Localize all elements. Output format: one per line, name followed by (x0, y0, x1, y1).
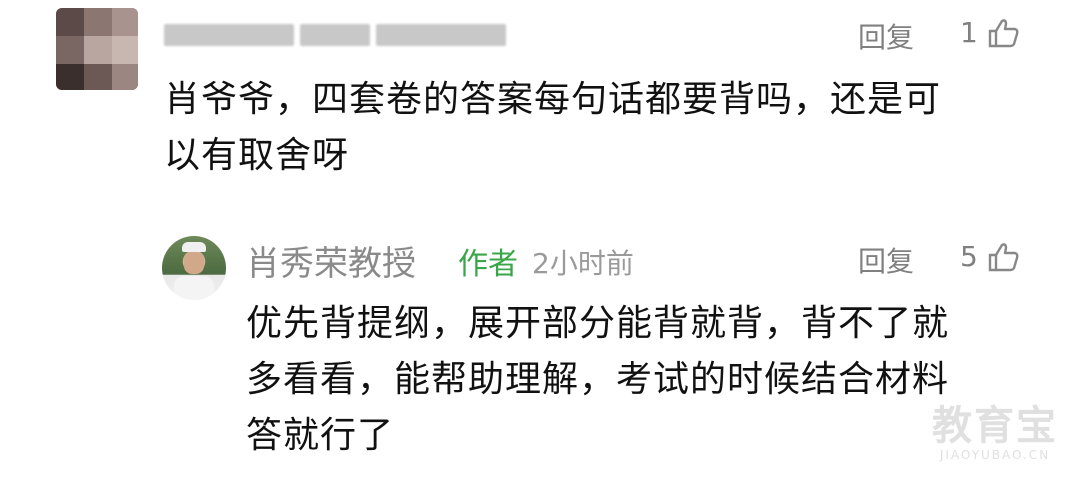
commenter-name-blurred[interactable] (164, 22, 520, 48)
comment-text-line: 以有取舍呀 (164, 135, 350, 176)
reply-text-line: 答就行了 (246, 415, 395, 456)
commenter-avatar[interactable] (56, 8, 138, 90)
author-avatar[interactable] (162, 236, 226, 300)
like-count: 5 (960, 240, 978, 273)
like-count: 1 (960, 16, 978, 49)
reply-text-line: 多看看，能帮助理解，考试的时候结合材料 (246, 359, 950, 400)
watermark-sub: JIAOYUBAO.CN (939, 448, 1051, 462)
reply-button[interactable]: 回复 (858, 240, 914, 280)
reply-timestamp: 2小时前 (532, 247, 634, 280)
comment-text-line: 肖爷爷，四套卷的答案每句话都要背吗，还是可 (164, 79, 942, 120)
watermark-main: 教育宝 (932, 403, 1058, 449)
reply-button[interactable]: 回复 (858, 16, 914, 56)
thumb-up-icon[interactable] (988, 18, 1020, 48)
thumb-up-icon[interactable] (988, 242, 1020, 272)
author-name[interactable]: 肖秀荣教授 (246, 236, 416, 285)
reply-text-line: 优先背提纲，展开部分能背就背，背不了就 (246, 303, 950, 344)
watermark-logo: 教育宝 JIAOYUBAO.CN (932, 404, 1058, 462)
author-badge: 作者 (458, 247, 518, 282)
